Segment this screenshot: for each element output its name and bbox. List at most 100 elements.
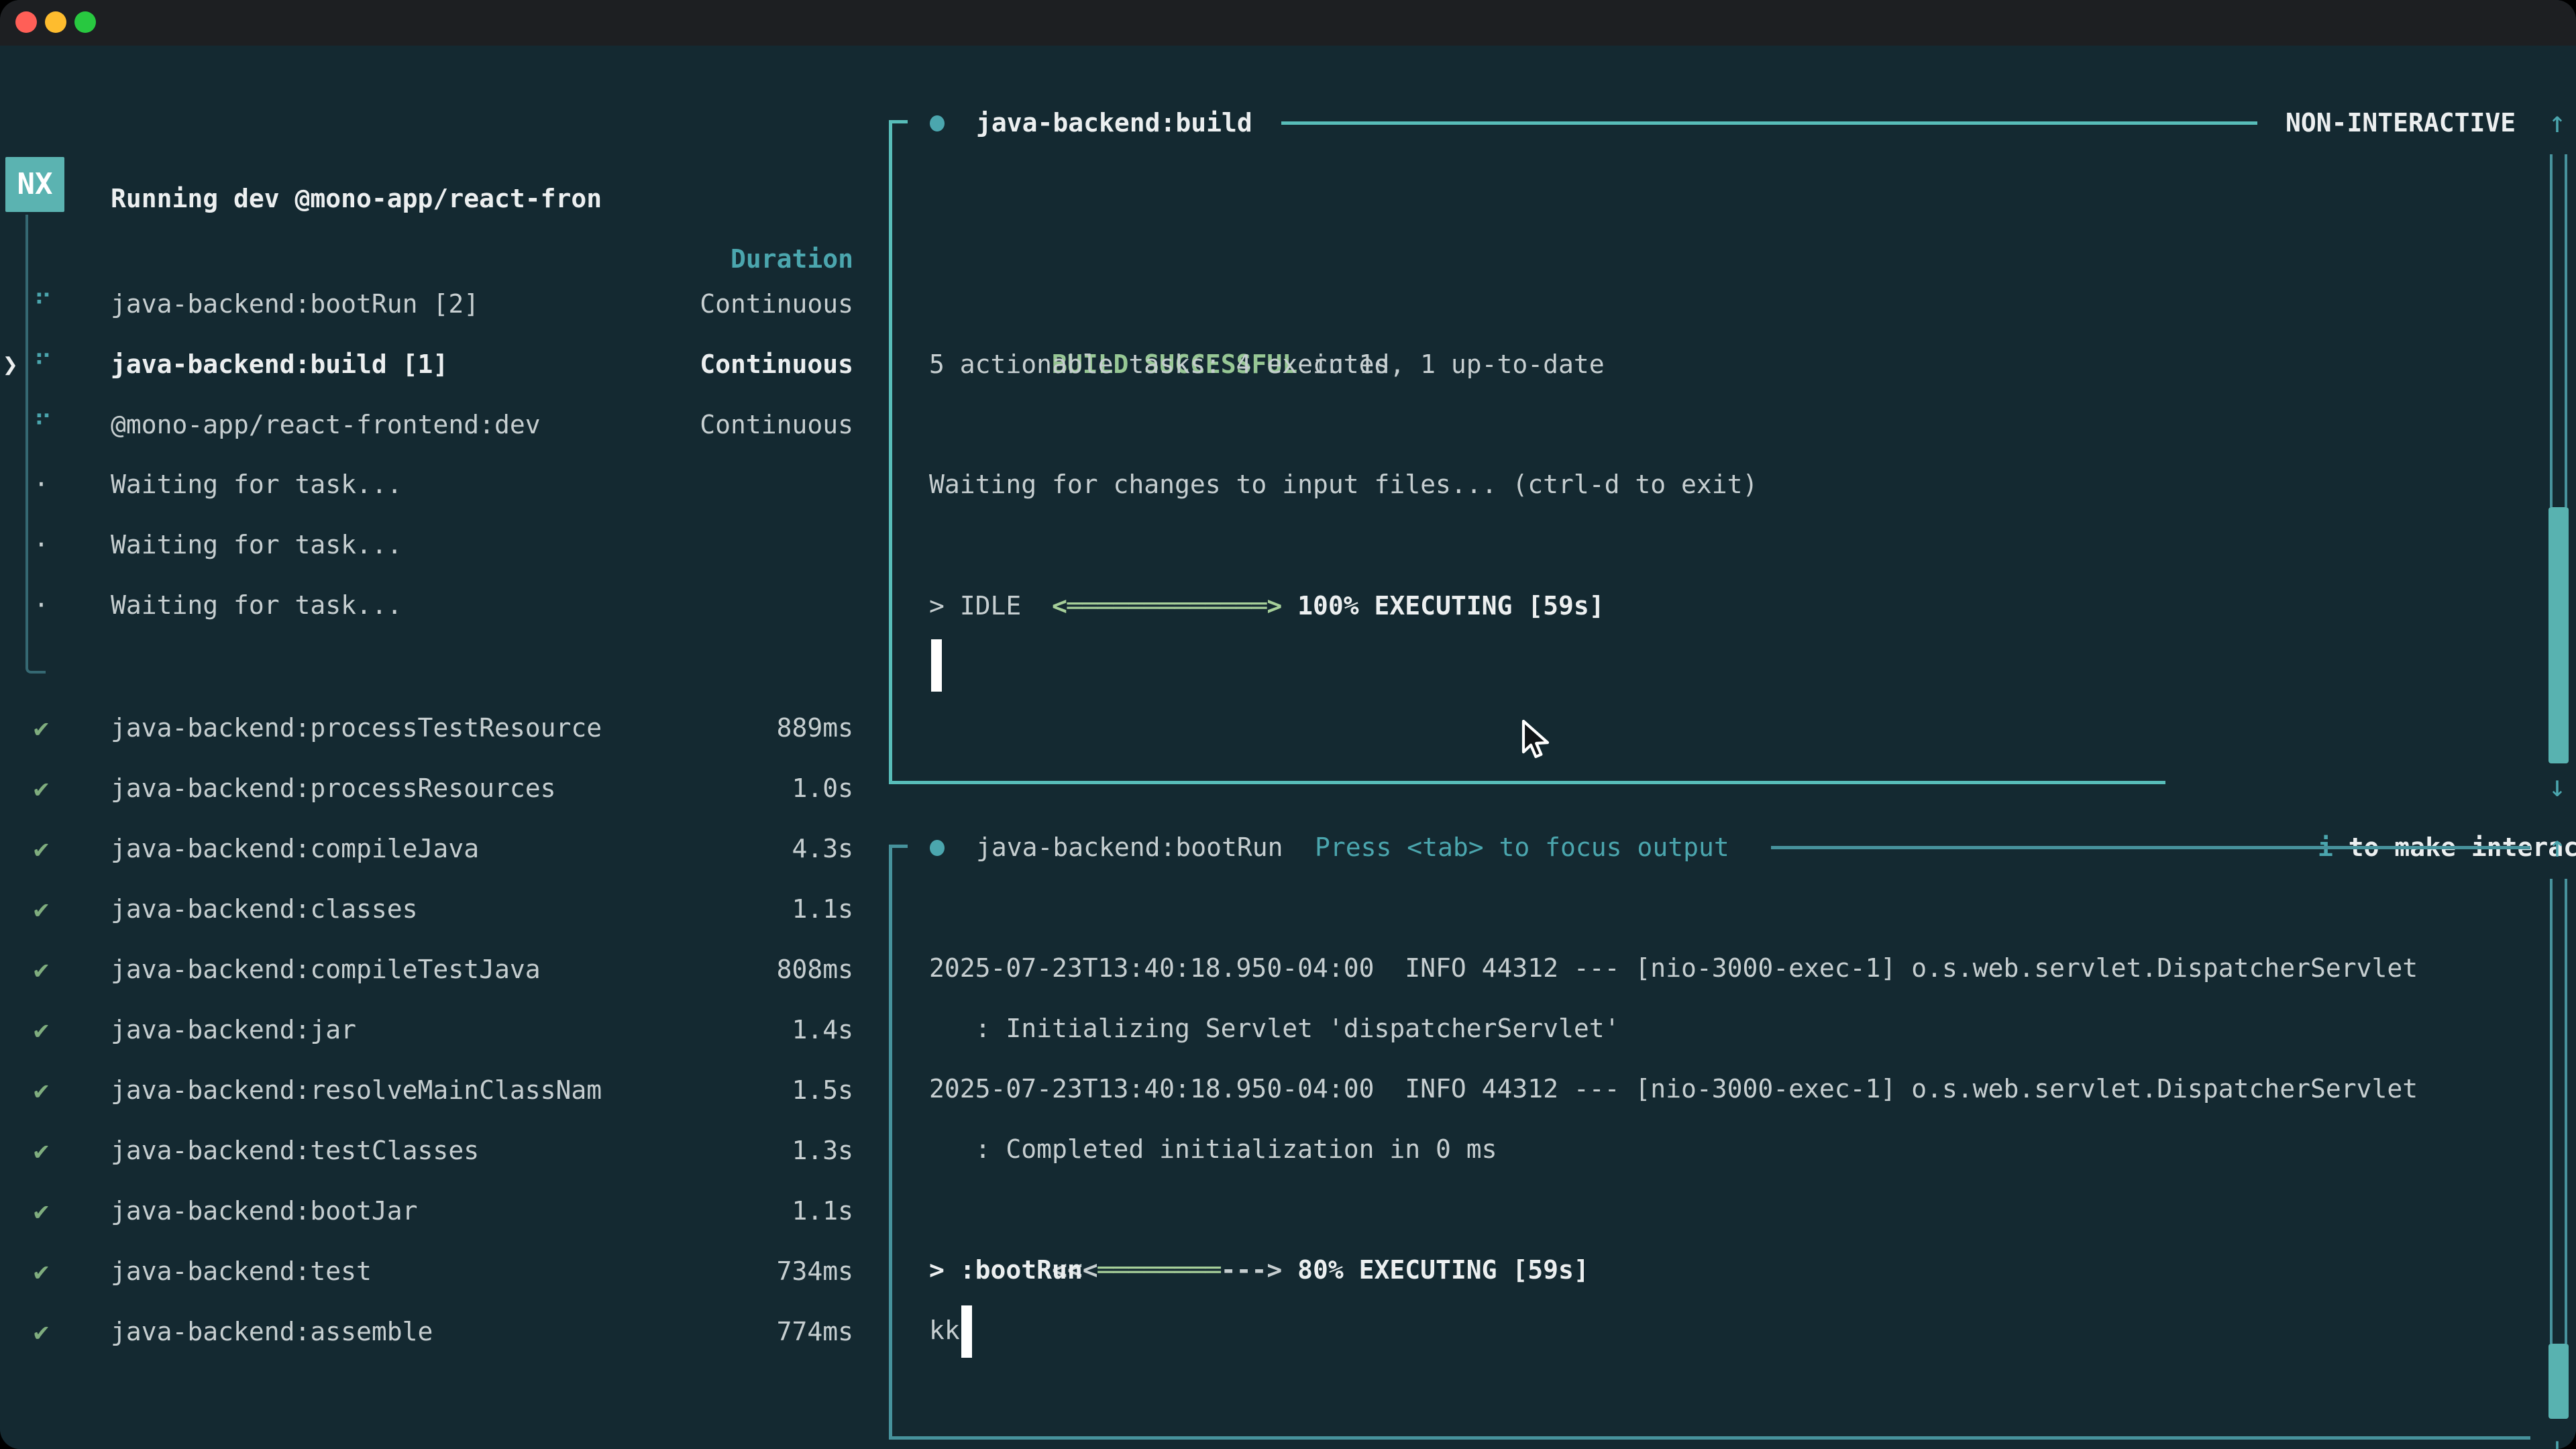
build-scroll-up-icon[interactable]: ↑ (2537, 93, 2576, 153)
bootrun-scrollbar-track[interactable] (2550, 879, 2567, 1344)
task-duration: 808ms (777, 939, 853, 1000)
build-scrollbar-track[interactable] (2550, 154, 2567, 507)
task-row-pending[interactable]: · Waiting for task... (0, 454, 879, 515)
task-row-pending[interactable]: ·Waiting for task... (0, 575, 879, 635)
bootrun-pane-left-border (889, 845, 892, 1440)
task-name: java-backend:bootJar (111, 1181, 418, 1241)
progress-bar: <═════════════> (1052, 591, 1282, 621)
task-row-done[interactable]: ✔java-backend:jar1.4s (0, 1000, 879, 1060)
mouse-cursor (1519, 720, 1556, 761)
task-duration: 1.3s (792, 1120, 853, 1181)
task-check-icon: ✔ (34, 939, 49, 1000)
focus-output-hint: Press <tab> to focus output (1315, 817, 1729, 877)
task-name: Waiting for task... (111, 454, 402, 515)
task-row-done[interactable]: ✔ java-backend:bootJar 1.1s (0, 1181, 879, 1241)
task-name: java-backend:compileJava (111, 818, 479, 879)
task-check-icon: ✔ (34, 879, 49, 939)
task-spinner-icon: ⠋ (34, 394, 52, 455)
bootrun-scroll-up-icon[interactable]: ↑ (2537, 817, 2576, 877)
interactive-hint: i to make interactive (2195, 757, 2576, 817)
log-line: 2025-07-23T13:40:18.950-04:00 INFO 44312… (929, 1059, 2418, 1119)
task-row-done[interactable]: ✔java-backend:testClasses1.3s (0, 1120, 879, 1181)
log-line: : Initializing Servlet 'dispatcherServle… (929, 998, 1620, 1059)
log-line: 2025-07-23T13:40:18.950-04:00 INFO 44312… (929, 938, 2418, 998)
task-name: java-backend:bootRun [2] (111, 274, 479, 334)
task-duration: 1.1s (792, 1181, 853, 1241)
log-line: : Completed initialization in 0 ms (929, 1119, 1497, 1179)
task-row-done[interactable]: ✔ java-backend:assemble 774ms (0, 1301, 879, 1362)
task-name: java-backend:resolveMainClassNam (111, 1060, 602, 1120)
task-check-icon: ✔ (34, 818, 49, 879)
status-bar: ← 1/2 → quit: q help: ? (0, 1422, 879, 1449)
window-titlebar[interactable] (0, 0, 2576, 46)
task-check-icon: ✔ (34, 698, 49, 758)
task-row-done[interactable]: ✔java-backend:processResources1.0s (0, 758, 879, 818)
task-spinner-icon: ⠋ (34, 334, 52, 394)
task-duration: Continuous (700, 274, 853, 334)
task-row-done[interactable]: ✔ java-backend:compileTestJava 808ms (0, 939, 879, 1000)
non-interactive-badge: NON-INTERACTIVE (2286, 93, 2516, 153)
task-check-icon: ✔ (34, 758, 49, 818)
task-check-icon: ✔ (34, 1181, 49, 1241)
task-check-icon: ✔ (34, 1241, 49, 1301)
task-row-done[interactable]: ✔java-backend:resolveMainClassNam1.5s (0, 1060, 879, 1120)
task-spinner-icon: ⠋ (34, 274, 52, 334)
zoom-window-icon[interactable] (74, 11, 96, 33)
task-duration: 889ms (777, 698, 853, 758)
task-row-done[interactable]: ✔ java-backend:compileJava 4.3s (0, 818, 879, 879)
terminal-screen: NX Running dev @mono-app/react-fron Dura… (0, 46, 2576, 1449)
selected-task-pointer-icon: ❯ (3, 334, 18, 394)
task-duration: 774ms (777, 1301, 853, 1362)
task-duration: Continuous (700, 394, 853, 455)
build-scrollbar-thumb[interactable] (2548, 507, 2569, 763)
task-pending-icon: · (34, 454, 49, 515)
bootrun-pane-title: java-backend:bootRun (976, 817, 1283, 877)
task-duration: 4.3s (792, 818, 853, 879)
terminal-window: NX Running dev @mono-app/react-fron Dura… (0, 0, 2576, 1449)
bootrun-prompt-line: > :bootRun (929, 1240, 1083, 1300)
task-name: java-backend:compileTestJava (111, 939, 541, 1000)
build-scroll-down-icon[interactable]: ↓ (2537, 757, 2576, 817)
task-check-icon: ✔ (34, 1301, 49, 1362)
bootrun-input-text: kk (929, 1300, 960, 1360)
progress-status-text: 100% EXECUTING [59s] (1282, 591, 1604, 621)
task-status-dot-icon (930, 115, 945, 131)
task-row-running[interactable]: ⠋ java-backend:bootRun [2] Continuous (0, 274, 879, 334)
build-pane-bottom-border (889, 781, 2165, 784)
task-list-header: Running dev @mono-app/react-fron Duratio… (0, 108, 879, 168)
build-pane-title: java-backend:build (976, 93, 1252, 153)
build-pane-text-cursor (931, 639, 942, 692)
task-row-done[interactable]: ✔ java-backend:processTestResource 889ms (0, 698, 879, 758)
task-name: java-backend:assemble (111, 1301, 433, 1362)
task-status-dot-icon (930, 840, 945, 856)
task-row-done[interactable]: ✔java-backend:test734ms (0, 1241, 879, 1301)
build-pane-left-border (889, 120, 892, 784)
task-name: java-backend:processTestResource (111, 698, 602, 758)
minimize-window-icon[interactable] (45, 11, 66, 33)
bootrun-pane-bottom-border (889, 1436, 2530, 1440)
task-name: java-backend:jar (111, 1000, 356, 1060)
task-name: Waiting for task... (111, 575, 402, 635)
task-row-running[interactable]: ⠋ @mono-app/react-frontend:dev Continuous (0, 394, 879, 455)
build-waiting-line: Waiting for changes to input files... (c… (929, 454, 1758, 515)
task-duration: 1.0s (792, 758, 853, 818)
task-list-title: Running dev @mono-app/react-fron (111, 168, 602, 229)
close-window-icon[interactable] (15, 11, 37, 33)
task-check-icon: ✔ (34, 1060, 49, 1120)
build-success-line: BUILD SUCCESSFUL in 1s (929, 274, 1389, 334)
task-name: java-backend:classes (111, 879, 418, 939)
bootrun-scrollbar-thumb[interactable] (2548, 1344, 2569, 1419)
task-row-running[interactable]: ❯⠋java-backend:build [1]Continuous (0, 334, 879, 394)
bootrun-progress-line: <<<════════---> 80% EXECUTING [59s] (929, 1179, 1589, 1240)
task-check-icon: ✔ (34, 1000, 49, 1060)
build-tasks-summary: 5 actionable tasks: 4 executed, 1 up-to-… (929, 334, 1605, 394)
bootrun-scroll-down-icon[interactable]: ↓ (2537, 1417, 2576, 1449)
progress-remaining: ---> (1221, 1255, 1283, 1285)
bootrun-pane-text-cursor (961, 1305, 972, 1358)
build-progress-line: <═════════════> 100% EXECUTING [59s] (929, 515, 1605, 576)
task-row-done[interactable]: ✔java-backend:classes1.1s (0, 879, 879, 939)
task-name: @mono-app/react-frontend:dev (111, 394, 541, 455)
task-name: java-backend:test (111, 1241, 372, 1301)
task-check-icon: ✔ (34, 1120, 49, 1181)
task-row-pending[interactable]: ·Waiting for task... (0, 515, 879, 575)
